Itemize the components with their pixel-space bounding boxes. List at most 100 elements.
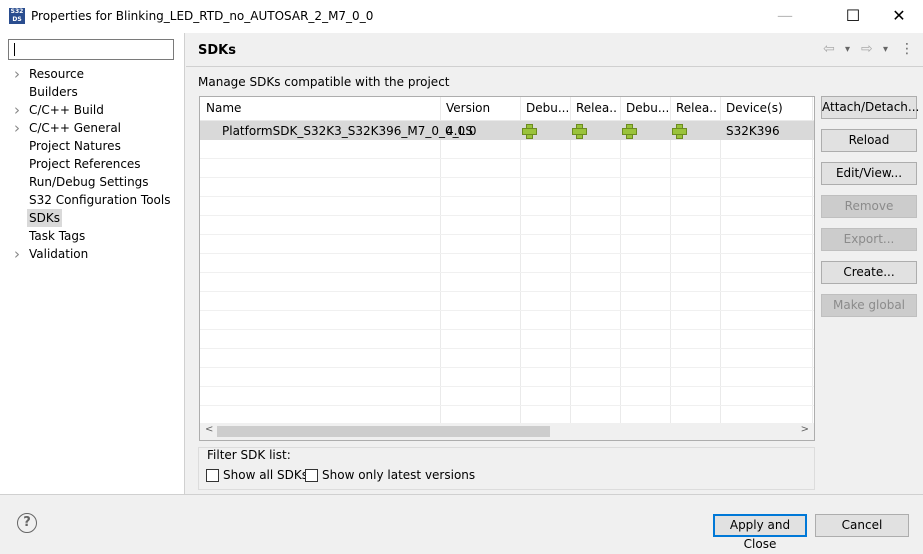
column-divider	[570, 97, 571, 423]
grid-line	[200, 405, 814, 406]
grid-line	[200, 272, 814, 273]
grid-line	[200, 234, 814, 235]
sidebar-item-run-debug-settings[interactable]: Run/Debug Settings	[0, 173, 185, 191]
page-title: SDKs	[198, 43, 236, 58]
sidebar-item-label: Project Natures	[29, 139, 121, 153]
scroll-right-icon[interactable]: >	[801, 424, 809, 435]
grid-line	[200, 291, 814, 292]
app-logo-icon: S32 DS	[9, 8, 25, 24]
forward-icon[interactable]: ⇨	[861, 41, 873, 57]
sidebar-item-label: Task Tags	[29, 229, 86, 243]
scroll-left-icon[interactable]: <	[205, 424, 213, 435]
column-header[interactable]: Name	[206, 101, 241, 115]
column-divider	[440, 97, 441, 423]
close-button[interactable]: ✕	[884, 6, 914, 26]
sidebar-item-project-references[interactable]: Project References	[0, 155, 185, 173]
chevron-right-icon[interactable]: ›	[14, 245, 20, 263]
grid-line	[200, 158, 814, 159]
grid-line	[200, 177, 814, 178]
filter-group: Filter SDK list: Show all SDKs Show only…	[198, 447, 815, 490]
sidebar-item-c-c-general[interactable]: › C/C++ General	[0, 119, 185, 137]
maximize-button[interactable]: ☐	[838, 6, 868, 26]
show-all-sdks-checkbox[interactable]: Show all SDKs	[206, 468, 308, 482]
sidebar-item-label: Resource	[29, 67, 85, 81]
sidebar-item-s32-configuration-tools[interactable]: S32 Configuration Tools	[0, 191, 185, 209]
checkbox-label: Show all SDKs	[223, 468, 309, 482]
show-latest-versions-checkbox[interactable]: Show only latest versions	[305, 468, 475, 482]
edit-view-button[interactable]: Edit/View...	[821, 162, 917, 185]
remove-button[interactable]: Remove	[821, 195, 917, 218]
make-global-button[interactable]: Make global	[821, 294, 917, 317]
plus-icon[interactable]	[672, 124, 687, 139]
sidebar-item-label: Run/Debug Settings	[29, 175, 149, 189]
scrollbar-thumb[interactable]	[217, 426, 550, 437]
sidebar-item-label: Project References	[29, 157, 141, 171]
apply-and-close-button[interactable]: Apply and Close	[713, 514, 807, 551]
horizontal-scrollbar[interactable]: < >	[200, 423, 814, 440]
sidebar-item-label: SDKs	[27, 209, 62, 227]
title-bar: S32 DS Properties for Blinking_LED_RTD_no…	[0, 0, 923, 33]
grid-line	[200, 348, 814, 349]
page-header: SDKs ⇦ ▾ ⇨ ▾ ⋮	[186, 33, 923, 67]
chevron-right-icon[interactable]: ›	[14, 101, 20, 119]
sidebar-item-label: C/C++ General	[29, 121, 122, 135]
sdk-name: PlatformSDK_S32K3_S32K396_M7_0_0_LS	[222, 124, 473, 138]
back-icon[interactable]: ⇦	[823, 41, 835, 57]
reload-button[interactable]: Reload	[821, 129, 917, 152]
chevron-right-icon[interactable]: ›	[14, 119, 20, 137]
sidebar-item-project-natures[interactable]: Project Natures	[0, 137, 185, 155]
filter-label: Filter SDK list:	[207, 448, 291, 462]
forward-dropdown-icon[interactable]: ▾	[883, 44, 888, 55]
column-header[interactable]: Debu...	[526, 101, 568, 115]
create-button[interactable]: Create...	[821, 261, 917, 284]
attach-detach-button[interactable]: Attach/Detach...	[821, 96, 919, 119]
column-header[interactable]: Relea...	[676, 101, 718, 115]
sidebar-item-label: S32 Configuration Tools	[29, 193, 171, 207]
sidebar-item-label: Builders	[29, 85, 78, 99]
view-menu-icon[interactable]: ⋮	[900, 41, 914, 57]
minimize-button[interactable]: —	[770, 6, 800, 26]
column-divider	[812, 97, 813, 423]
table-row[interactable]: PlatformSDK_S32K3_S32K396_M7_0_0_LS 4.0.0…	[200, 121, 814, 140]
column-divider	[620, 97, 621, 423]
column-header[interactable]: Version	[446, 101, 490, 115]
column-header[interactable]: Relea...	[576, 101, 618, 115]
sdk-version: 4.0.0	[446, 124, 477, 138]
grid-line	[200, 386, 814, 387]
plus-icon[interactable]	[522, 124, 537, 139]
grid-line	[200, 310, 814, 311]
column-divider	[670, 97, 671, 423]
sidebar-item-label: Validation	[29, 247, 89, 261]
export-button[interactable]: Export...	[821, 228, 917, 251]
checkbox-label: Show only latest versions	[322, 468, 476, 482]
footer: ? Apply and Close Cancel	[0, 494, 923, 551]
back-dropdown-icon[interactable]: ▾	[845, 44, 850, 55]
column-divider	[520, 97, 521, 423]
cancel-button[interactable]: Cancel	[815, 514, 909, 537]
sdk-table: Name Version Debu... Relea... Debu... Relea..…	[199, 96, 815, 441]
sidebar-item-task-tags[interactable]: Task Tags	[0, 227, 185, 245]
checkbox-box[interactable]	[206, 468, 219, 482]
checkbox-box[interactable]	[305, 468, 318, 482]
sidebar-item-builders[interactable]: Builders	[0, 83, 185, 101]
filter-input[interactable]	[8, 39, 174, 60]
sdk-devices: S32K396	[726, 124, 780, 138]
grid-line	[200, 367, 814, 368]
sidebar-item-validation[interactable]: › Validation	[0, 245, 185, 263]
column-header[interactable]: Device(s)	[726, 101, 783, 115]
column-header[interactable]: Debu...	[626, 101, 668, 115]
sidebar: › Resource Builders › C/C++ Build › C/C++ Gene…	[0, 33, 185, 494]
grid-line	[200, 215, 814, 216]
help-icon[interactable]: ?	[17, 513, 37, 533]
grid-line	[200, 253, 814, 254]
sidebar-item-sdks[interactable]: SDKs	[0, 209, 185, 227]
sidebar-item-resource[interactable]: › Resource	[0, 65, 185, 83]
description: Manage SDKs compatible with the project	[198, 75, 450, 89]
grid-line	[200, 196, 814, 197]
sidebar-item-label: C/C++ Build	[29, 103, 104, 117]
plus-icon[interactable]	[622, 124, 637, 139]
chevron-right-icon[interactable]: ›	[14, 65, 20, 83]
sidebar-item-c-c-build[interactable]: › C/C++ Build	[0, 101, 185, 119]
column-divider	[720, 97, 721, 423]
plus-icon[interactable]	[572, 124, 587, 139]
